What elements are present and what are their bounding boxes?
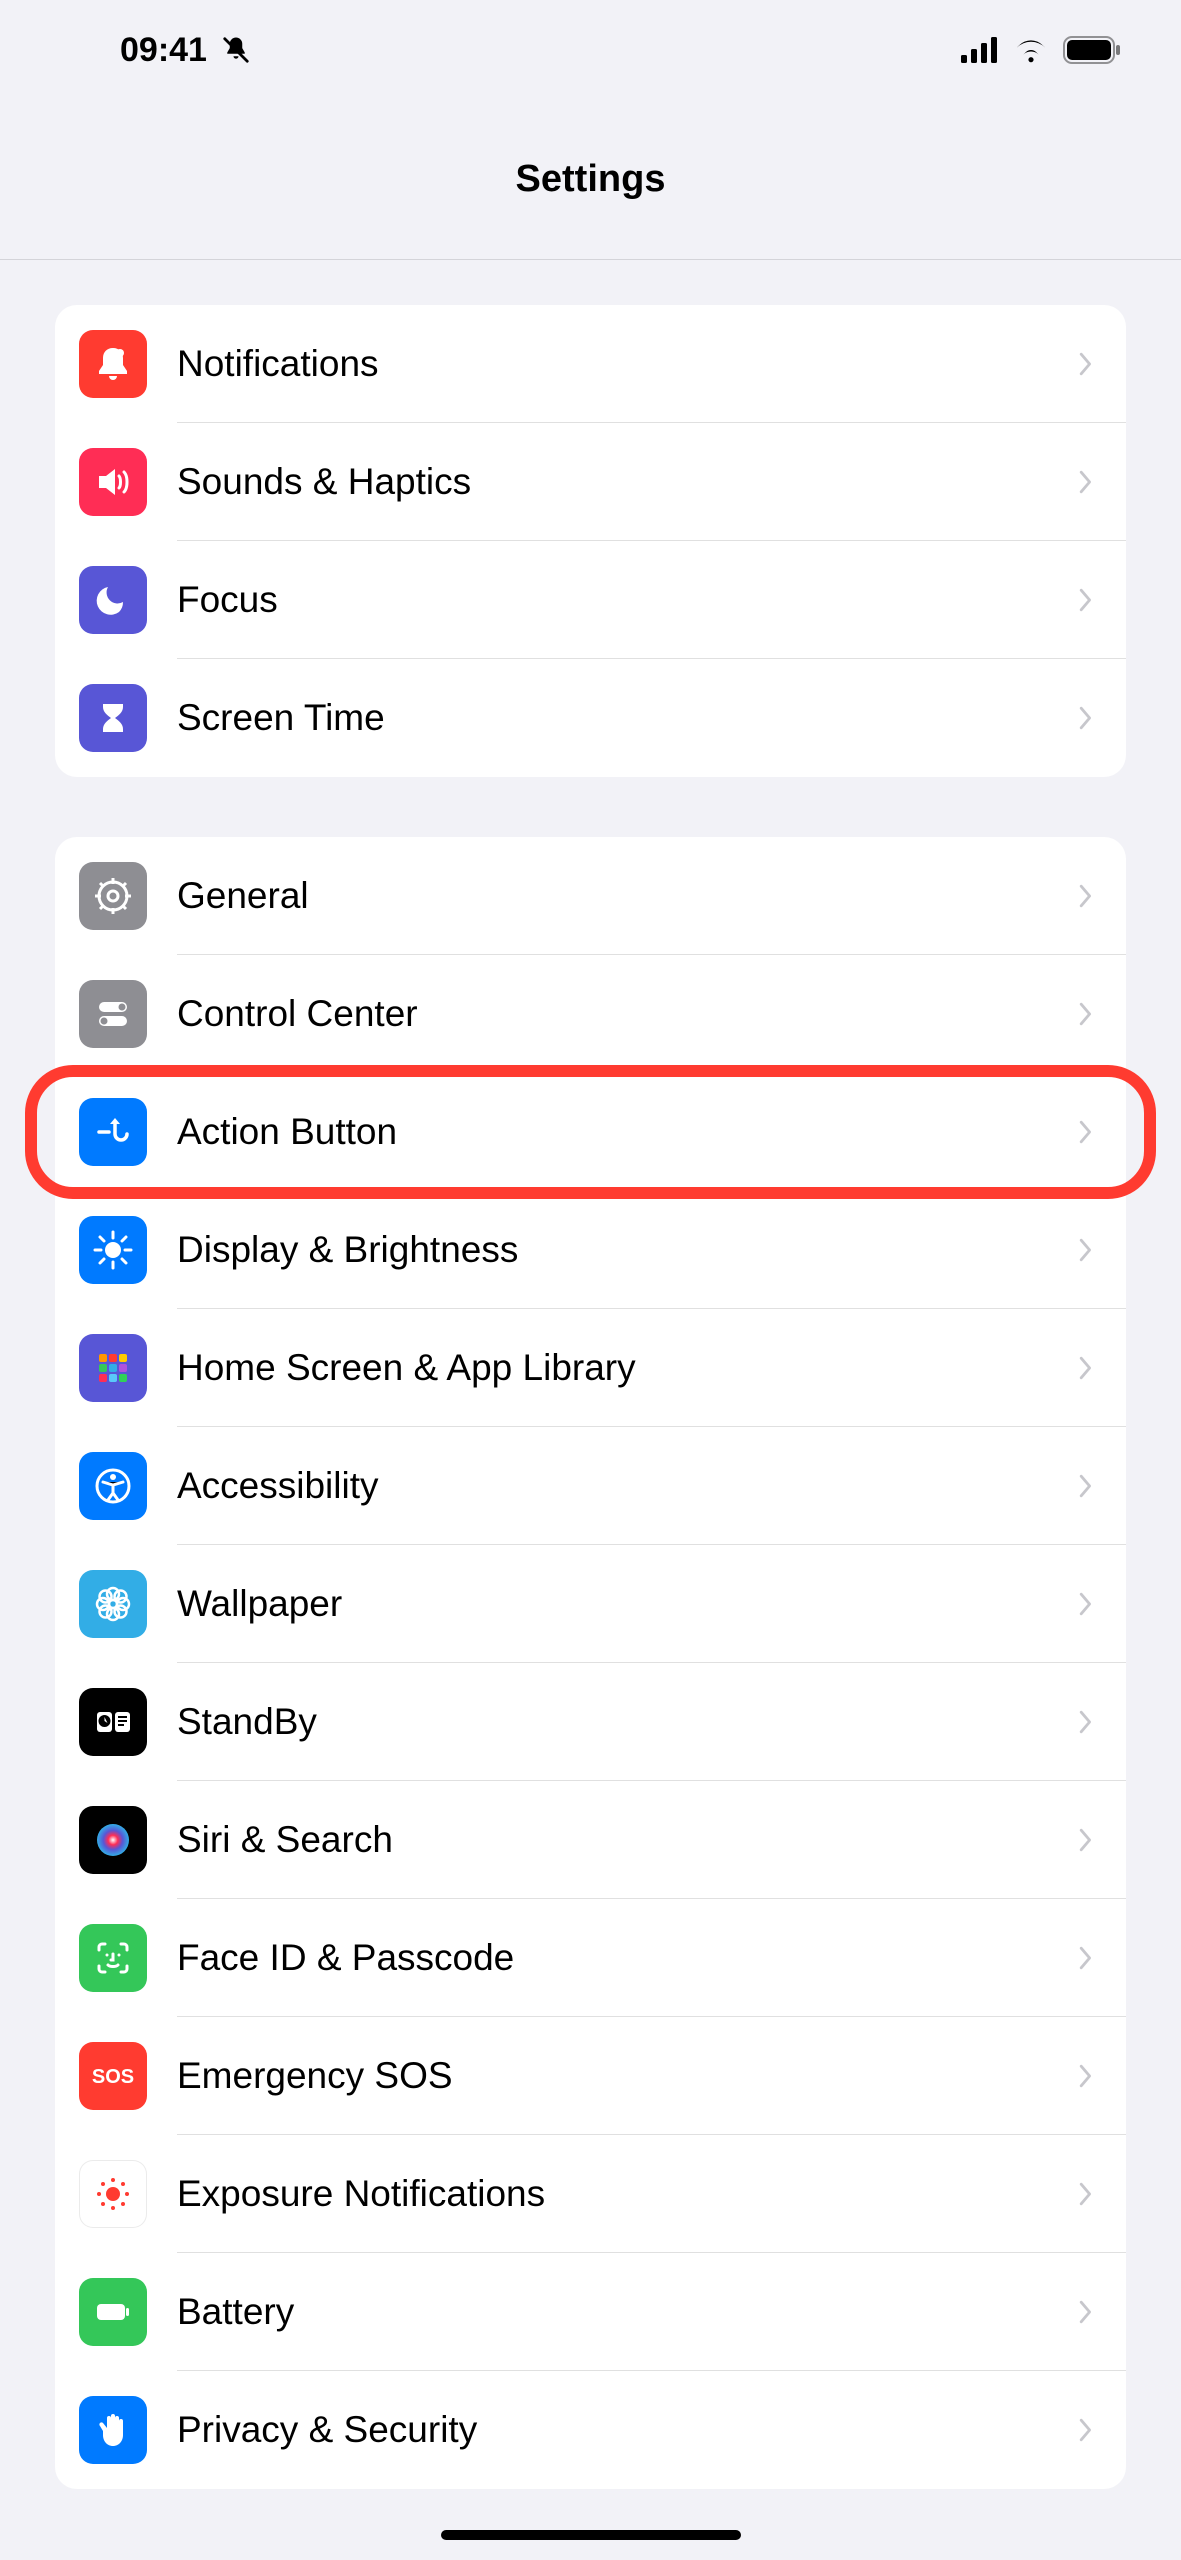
bell-slash-icon: [221, 35, 251, 65]
chevron-right-icon: [1070, 1231, 1098, 1269]
settings-row-label: Siri & Search: [177, 1819, 1070, 1861]
settings-group: General Control Center Action Button: [55, 837, 1126, 2489]
chevron-right-icon: [1070, 2175, 1098, 2213]
settings-row-label: Accessibility: [177, 1465, 1070, 1507]
chevron-right-icon: [1070, 699, 1098, 737]
cellular-icon: [961, 37, 999, 63]
faceid-icon: [79, 1924, 147, 1992]
settings-row-screentime[interactable]: Screen Time: [55, 659, 1126, 777]
settings-group: Notifications Sounds & Haptics Focus: [55, 305, 1126, 777]
settings-row-controlcenter[interactable]: Control Center: [55, 955, 1126, 1073]
status-bar: 09:41: [0, 0, 1181, 100]
settings-row-standby[interactable]: StandBy: [55, 1663, 1126, 1781]
chevron-right-icon: [1070, 2411, 1098, 2449]
settings-row-label: Control Center: [177, 993, 1070, 1035]
settings-row-homescreen[interactable]: Home Screen & App Library: [55, 1309, 1126, 1427]
settings-row-focus[interactable]: Focus: [55, 541, 1126, 659]
chevron-right-icon: [1070, 1349, 1098, 1387]
siri-icon: [79, 1806, 147, 1874]
settings-list: Notifications Sounds & Haptics Focus: [0, 305, 1181, 2489]
settings-row-sounds[interactable]: Sounds & Haptics: [55, 423, 1126, 541]
hourglass-icon: [79, 684, 147, 752]
settings-row-sos[interactable]: Emergency SOS: [55, 2017, 1126, 2135]
chevron-right-icon: [1070, 2293, 1098, 2331]
moon-icon: [79, 566, 147, 634]
settings-row-wallpaper[interactable]: Wallpaper: [55, 1545, 1126, 1663]
battery-icon: [1063, 36, 1121, 64]
settings-row-exposure[interactable]: Exposure Notifications: [55, 2135, 1126, 2253]
chevron-right-icon: [1070, 1585, 1098, 1623]
gear-icon: [79, 862, 147, 930]
settings-row-label: Exposure Notifications: [177, 2173, 1070, 2215]
home-indicator: [441, 2530, 741, 2540]
bell-icon: [79, 330, 147, 398]
chevron-right-icon: [1070, 1703, 1098, 1741]
chevron-right-icon: [1070, 2057, 1098, 2095]
settings-row-label: StandBy: [177, 1701, 1070, 1743]
page-title: Settings: [516, 158, 666, 201]
settings-row-label: Sounds & Haptics: [177, 461, 1070, 503]
settings-row-label: General: [177, 875, 1070, 917]
sun-icon: [79, 1216, 147, 1284]
settings-row-notifications[interactable]: Notifications: [55, 305, 1126, 423]
nav-header: Settings: [0, 100, 1181, 260]
settings-row-battery[interactable]: Battery: [55, 2253, 1126, 2371]
chevron-right-icon: [1070, 877, 1098, 915]
status-left: 09:41: [120, 31, 251, 70]
settings-row-label: Home Screen & App Library: [177, 1347, 1070, 1389]
accessibility-icon: [79, 1452, 147, 1520]
chevron-right-icon: [1070, 995, 1098, 1033]
chevron-right-icon: [1070, 463, 1098, 501]
battery-icon: [79, 2278, 147, 2346]
settings-row-label: Screen Time: [177, 697, 1070, 739]
sos-icon: [79, 2042, 147, 2110]
chevron-right-icon: [1070, 1821, 1098, 1859]
apps-grid-icon: [79, 1334, 147, 1402]
action-button-icon: [79, 1098, 147, 1166]
settings-row-privacy[interactable]: Privacy & Security: [55, 2371, 1126, 2489]
settings-row-label: Display & Brightness: [177, 1229, 1070, 1271]
settings-row-label: Battery: [177, 2291, 1070, 2333]
settings-row-actionbutton[interactable]: Action Button: [55, 1073, 1126, 1191]
settings-row-label: Emergency SOS: [177, 2055, 1070, 2097]
settings-row-label: Privacy & Security: [177, 2409, 1070, 2451]
status-right: [961, 36, 1121, 64]
settings-row-accessibility[interactable]: Accessibility: [55, 1427, 1126, 1545]
wifi-icon: [1013, 37, 1049, 63]
chevron-right-icon: [1070, 1113, 1098, 1151]
settings-row-faceid[interactable]: Face ID & Passcode: [55, 1899, 1126, 2017]
hand-icon: [79, 2396, 147, 2464]
settings-row-label: Notifications: [177, 343, 1070, 385]
settings-row-label: Focus: [177, 579, 1070, 621]
status-time: 09:41: [120, 31, 207, 70]
settings-row-display[interactable]: Display & Brightness: [55, 1191, 1126, 1309]
switches-icon: [79, 980, 147, 1048]
speaker-icon: [79, 448, 147, 516]
chevron-right-icon: [1070, 1939, 1098, 1977]
chevron-right-icon: [1070, 581, 1098, 619]
settings-row-general[interactable]: General: [55, 837, 1126, 955]
standby-icon: [79, 1688, 147, 1756]
chevron-right-icon: [1070, 1467, 1098, 1505]
settings-row-siri[interactable]: Siri & Search: [55, 1781, 1126, 1899]
flower-icon: [79, 1570, 147, 1638]
settings-row-label: Face ID & Passcode: [177, 1937, 1070, 1979]
settings-row-label: Wallpaper: [177, 1583, 1070, 1625]
settings-row-label: Action Button: [177, 1111, 1070, 1153]
chevron-right-icon: [1070, 345, 1098, 383]
exposure-icon: [79, 2160, 147, 2228]
